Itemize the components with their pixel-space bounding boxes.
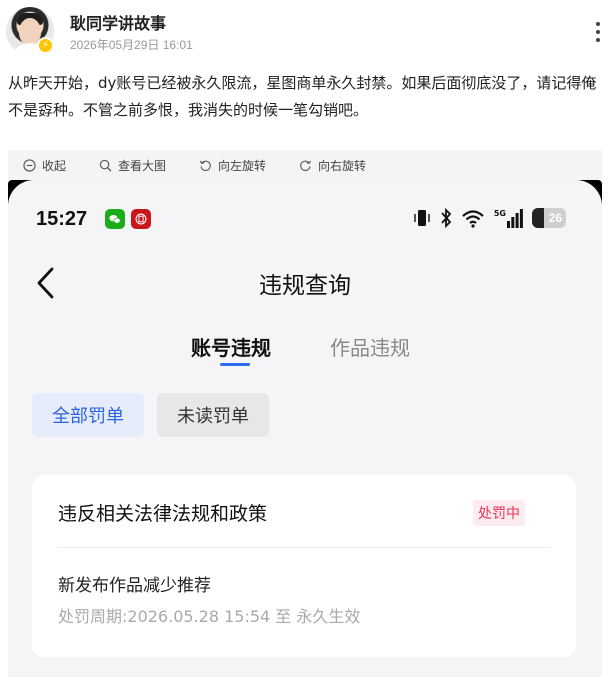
bank-app-icon: [131, 209, 151, 229]
rotate-left-label: 向左旋转: [218, 158, 267, 173]
collapse-label: 收起: [42, 158, 67, 173]
rotate-left-icon: [198, 158, 212, 172]
filter-all-button[interactable]: 全部罚单: [32, 393, 144, 437]
tab-bar: 账号违规 作品违规: [8, 332, 602, 372]
tab-active-indicator: [220, 363, 250, 366]
collapse-button[interactable]: 收起: [22, 157, 66, 174]
image-toolbar: 收起 查看大图 向左旋转 向右旋转: [8, 150, 602, 180]
signal-icon: [507, 209, 523, 228]
view-large-button[interactable]: 查看大图: [98, 157, 166, 174]
verify-badge-icon: ⚡: [37, 37, 54, 54]
tab-account-violation[interactable]: 账号违规: [191, 332, 271, 361]
penalty-title: 违反相关法律法规和政策: [58, 503, 268, 525]
post-header: ⚡ 耿同学讲故事 2026年05月29日 16:01: [0, 0, 614, 64]
penalty-card[interactable]: 违反相关法律法规和政策 处罚中 新发布作品减少推荐 处罚周期:2026.05.2…: [32, 475, 576, 657]
phone-screen: 15:27 5G 26 违规查询 账号违规 作品违规 全部罚单 未读罚单 违反相…: [8, 180, 602, 677]
wechat-icon: [105, 209, 125, 229]
post-text: 从昨天开始，dy账号已经被永久限流，星图商单永久封禁。如果后面彻底没了，请记得俺…: [8, 74, 597, 119]
status-time: 15:27: [36, 208, 88, 230]
filter-unread-button[interactable]: 未读罚单: [157, 393, 269, 437]
vibrate-icon: [414, 210, 430, 226]
card-divider: [58, 547, 550, 548]
rotate-right-icon: [298, 158, 312, 172]
collapse-icon: [22, 158, 36, 172]
phone-screenshot[interactable]: 15:27 5G 26 违规查询 账号违规 作品违规 全部罚单 未读罚单 违反相…: [8, 180, 602, 677]
rotate-right-label: 向右旋转: [318, 158, 367, 173]
penalty-measure: 新发布作品减少推荐: [58, 576, 211, 596]
bluetooth-icon: [441, 208, 452, 228]
status-badge: 处罚中: [473, 500, 525, 526]
view-large-label: 查看大图: [118, 158, 167, 173]
wifi-icon: [462, 210, 484, 228]
zoom-icon: [98, 158, 112, 172]
network-label: 5G: [493, 209, 506, 218]
battery-level: 26: [548, 211, 562, 225]
page-title: 违规查询: [259, 273, 351, 299]
status-bar-right: 5G 26: [413, 208, 566, 228]
rotate-right-button[interactable]: 向右旋转: [298, 157, 366, 174]
author-name[interactable]: 耿同学讲故事: [70, 10, 166, 34]
rotate-left-button[interactable]: 向左旋转: [198, 157, 266, 174]
tab-works-violation[interactable]: 作品违规: [330, 332, 410, 361]
post-time: 2026年05月29日 16:01: [70, 38, 193, 52]
more-icon[interactable]: [594, 22, 602, 42]
battery-icon: 26: [532, 208, 566, 228]
penalty-period: 处罚周期:2026.05.28 15:54 至 永久生效: [58, 607, 361, 626]
